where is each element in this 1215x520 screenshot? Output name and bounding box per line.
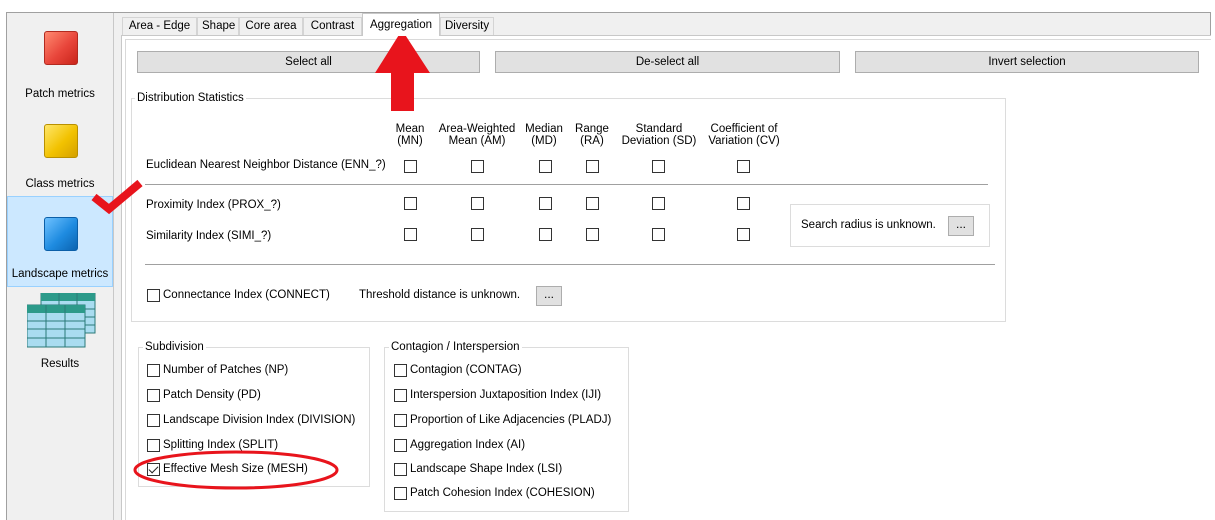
red-checkmark-icon xyxy=(91,179,143,215)
annotation-overlay xyxy=(91,30,430,490)
tab-aggregation[interactable]: Aggregation xyxy=(362,13,440,36)
red-ellipse-highlight xyxy=(133,450,339,490)
red-arrow-icon xyxy=(375,30,430,111)
